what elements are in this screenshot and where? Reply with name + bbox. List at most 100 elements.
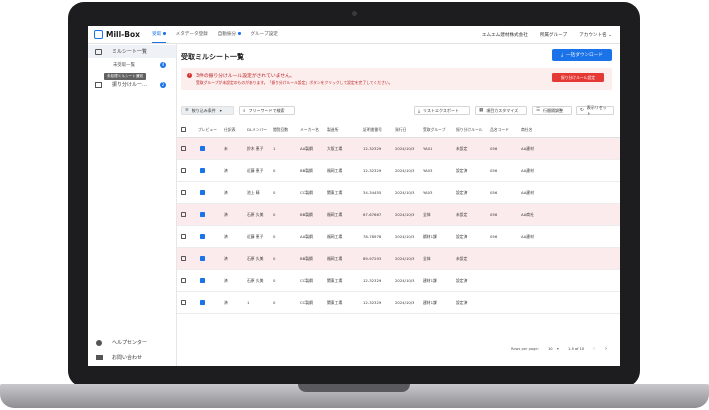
main-nav: 受取 メタデータ登録 自動振分 グループ設定: [152, 26, 288, 43]
rule-setting-button[interactable]: 振り分けルール設定: [552, 73, 604, 82]
cell-plant: 福岡工場: [327, 255, 343, 261]
top-header: Mill-Box 受取 メタデータ登録 自動振分 グループ設定 エムエム建材株式会社 …: [88, 26, 620, 44]
notification-dot-icon: [238, 32, 241, 35]
row-checkbox[interactable]: [181, 212, 186, 217]
column-header[interactable]: 振り分けルール: [456, 122, 483, 137]
customize-columns-button[interactable]: ▦ 項目カスタマイズ: [475, 106, 527, 115]
cell-rule: 設定済: [456, 299, 468, 305]
row-checkbox[interactable]: [181, 278, 186, 283]
sidebar-item-rules[interactable]: 振り分けルー… 2: [88, 78, 176, 91]
cell-shiwake: 済: [224, 255, 228, 261]
row-height-button[interactable]: ☰ 行間隔調整: [532, 106, 572, 115]
laptop-frame: Mill-Box 受取 メタデータ登録 自動振分 グループ設定 エムエム建材株式会社 …: [68, 2, 640, 387]
row-checkbox[interactable]: [181, 146, 186, 151]
bulk-download-button[interactable]: ⤓ 一括ダウンロード: [552, 49, 612, 61]
preview-cell: [200, 270, 205, 291]
search-input[interactable]: ⌕ フリーワードで検索: [239, 106, 295, 115]
table-row[interactable]: 済 近藤 恵子 0 BB製鋼 福岡工場 12-32329 2024/10/3 YA03 設定済 0…: [177, 160, 620, 182]
table-row[interactable]: 済 石原 久美 0 CC製鋼 関東工場 12-32329 2024/10/3 建材1課 設定済: [177, 270, 620, 292]
row-select-cell: [181, 138, 186, 159]
brand-logo[interactable]: Mill-Box: [94, 30, 152, 39]
cell-rule: 設定済: [456, 167, 468, 173]
column-header[interactable]: 品名コード: [490, 122, 509, 137]
column-header[interactable]: DLメンバー: [247, 122, 267, 137]
row-checkbox[interactable]: [181, 190, 186, 195]
row-select-cell: [181, 270, 186, 291]
cell-member: 近藤 恵子: [247, 167, 264, 173]
chevron-right-icon[interactable]: ›: [605, 346, 607, 352]
sidebar-item-millsheet-list[interactable]: ミルシート一覧: [88, 45, 176, 58]
sidebar-item-label: 未受取一覧: [113, 63, 135, 68]
cell-cert: 89-97293: [363, 256, 382, 261]
preview-cell: [200, 204, 205, 225]
row-checkbox[interactable]: [181, 234, 186, 239]
preview-cell: [200, 292, 205, 313]
cell-trader: AA建材: [521, 189, 534, 195]
row-checkbox[interactable]: [181, 256, 186, 261]
table-row[interactable]: 済 石原 久美 0 BB製鋼 福岡工場 89-97293 2024/10/3 全体 未設定: [177, 248, 620, 270]
sidebar-item-contact[interactable]: お問い合わせ: [88, 351, 176, 364]
cell-maker: CC製鋼: [300, 299, 313, 305]
document-preview-icon[interactable]: [200, 190, 205, 195]
cell-group: 建材1課: [423, 299, 437, 305]
nav-tab[interactable]: 自動振分: [218, 26, 241, 43]
cell-group: 全体: [423, 211, 431, 217]
chevron-down-icon: ▾: [219, 108, 222, 113]
reset-view-button[interactable]: ↻ 表示リセット: [576, 105, 614, 116]
table-row[interactable]: 済 近藤 恵子 0 AA製鋼 福岡工場 78-78978 2024/10/3 鋼材1課 設定済 0…: [177, 226, 620, 248]
filter-button[interactable]: ≡ 絞り込み条件 ▾: [181, 106, 234, 115]
cell-views: 1: [273, 146, 276, 151]
bulk-download-label: 一括ダウンロード: [566, 53, 603, 58]
rows-per-page-select[interactable]: 10: [548, 347, 553, 351]
column-header[interactable]: メーカー名: [300, 122, 319, 137]
table-row[interactable]: 済 石原 久美 0 BB製鋼 福岡工場 67-67667 2024/10/3 全体 未設定 056…: [177, 204, 620, 226]
column-header[interactable]: 受取グループ: [423, 122, 446, 137]
document-preview-icon[interactable]: [200, 300, 205, 305]
table-row[interactable]: 済 池上 晴 0 CC製鋼 関東工場 34-34455 2024/10/3 YA03 設定済 05…: [177, 182, 620, 204]
laptop-notch: [298, 384, 410, 392]
nav-tab[interactable]: メタデータ登録: [176, 26, 208, 43]
export-button[interactable]: ⤓ リストエクスポート: [414, 106, 470, 115]
document-preview-icon[interactable]: [200, 212, 205, 217]
cell-member: 1: [247, 300, 250, 305]
preview-cell: [200, 182, 205, 203]
document-preview-icon[interactable]: [200, 146, 205, 151]
sidebar-item-label: ヘルプセンター: [112, 340, 148, 346]
account-menu[interactable]: アカウント名 ⌄: [579, 32, 612, 38]
document-preview-icon[interactable]: [200, 234, 205, 239]
table-row[interactable]: 未 鈴木 恵子 1 AA製鋼 大阪工場 12-32329 2024/10/3 YA01 未設定 0…: [177, 138, 620, 160]
document-preview-icon[interactable]: [200, 278, 205, 283]
column-header[interactable]: 仕訳表: [224, 122, 235, 137]
cell-maker: CC製鋼: [300, 189, 313, 195]
column-header[interactable]: 閲覧回数: [273, 122, 288, 137]
cell-plant: 関東工場: [327, 299, 343, 305]
document-preview-icon[interactable]: [200, 256, 205, 261]
select-all-checkbox[interactable]: [181, 127, 186, 132]
column-header[interactable]: 製造所: [327, 122, 338, 137]
sidebar-item-unreceived[interactable]: 未受取一覧 4: [88, 61, 176, 69]
nav-tab-label: メタデータ登録: [175, 32, 208, 37]
cell-date: 2024/10/3: [395, 168, 415, 173]
cell-maker: AA製鋼: [300, 233, 313, 239]
row-select-cell: [181, 160, 186, 181]
chevron-left-icon[interactable]: ‹: [593, 346, 595, 352]
cell-date: 2024/10/3: [395, 300, 415, 305]
error-icon: !: [187, 73, 192, 78]
cell-views: 0: [273, 300, 276, 305]
sidebar-item-help[interactable]: ヘルプセンター: [88, 336, 176, 349]
nav-tab[interactable]: グループ設定: [251, 26, 278, 43]
column-header[interactable]: 商社名: [521, 122, 532, 137]
download-icon: ⤓: [561, 53, 564, 58]
group-selector[interactable]: 所属グループ: [540, 32, 567, 38]
column-header[interactable]: プレビュー: [198, 122, 217, 137]
row-checkbox[interactable]: [181, 168, 186, 173]
document-preview-icon[interactable]: [200, 168, 205, 173]
column-header[interactable]: 証明書番号: [363, 122, 382, 137]
row-select-cell: [181, 292, 186, 313]
nav-tab[interactable]: 受取: [152, 26, 166, 43]
column-header[interactable]: 発行日: [395, 122, 406, 137]
table-row[interactable]: 済 1 0 CC製鋼 関東工場 12-32329 2024/10/3 建材1課 設定済: [177, 292, 620, 314]
table-header: プレビュー 仕訳表 DLメンバー 閲覧回数 メーカー名 製造所 証明書番号 発行日 受取グループ…: [177, 122, 620, 138]
pagination: Rows per page: 10 ▾ 1-5 of 10 ‹ ›: [177, 344, 620, 356]
row-checkbox[interactable]: [181, 300, 186, 305]
